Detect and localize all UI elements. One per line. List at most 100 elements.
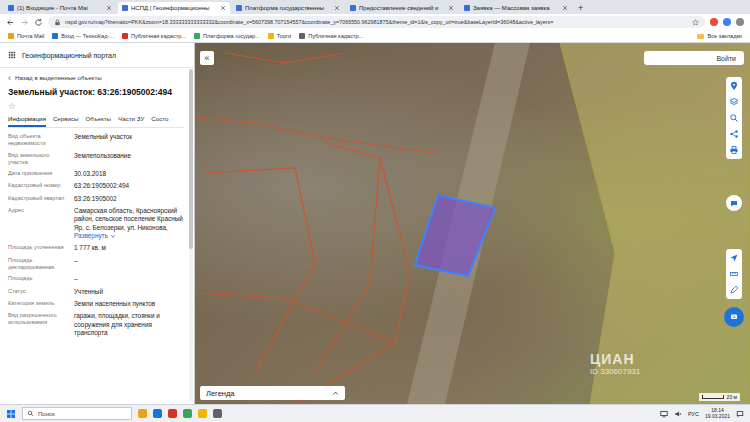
- expand-link[interactable]: Развернуть: [74, 232, 116, 240]
- field-value: 30.03.2018: [74, 170, 184, 178]
- assistant-button[interactable]: [726, 195, 742, 211]
- chat-button[interactable]: [724, 307, 744, 327]
- browser-tab[interactable]: НСПД | Геоинформационны: [118, 2, 230, 14]
- measure-icon[interactable]: [729, 269, 739, 279]
- close-icon[interactable]: [448, 5, 454, 11]
- layers-icon[interactable]: [729, 97, 739, 107]
- favorite-button[interactable]: ☆: [8, 100, 184, 112]
- windows-logo-icon[interactable]: [6, 409, 16, 419]
- field-row: Категория земельЗемли населенных пунктов: [8, 298, 184, 310]
- zone-area[interactable]: [560, 43, 750, 404]
- chevron-down-icon: [110, 233, 116, 239]
- road: [407, 43, 530, 404]
- field-row: Площадь декларированная–: [8, 255, 184, 274]
- field-label: Вид объекта недвижимости: [8, 133, 68, 148]
- close-icon[interactable]: [562, 5, 568, 11]
- back-link[interactable]: ‹Назад в выделенные объекты: [8, 71, 184, 84]
- network-icon[interactable]: [660, 410, 668, 418]
- selected-parcel[interactable]: [415, 195, 495, 276]
- field-row: Кадастровый квартал63:26:1905002: [8, 193, 184, 205]
- draw-icon[interactable]: [729, 285, 739, 295]
- reload-icon[interactable]: [34, 18, 43, 27]
- favicon-icon: [8, 5, 14, 11]
- panel-tab[interactable]: Состо: [151, 112, 168, 127]
- taskbar-app-icon[interactable]: [168, 409, 177, 418]
- field-value: Учтенный: [74, 288, 184, 296]
- close-icon[interactable]: [220, 5, 226, 11]
- bookmark[interactable]: Публичная кадастр...: [299, 33, 363, 39]
- field-row: Вид разрешенного использованиягаражи, пл…: [8, 310, 184, 339]
- navigation-arrow-icon[interactable]: [729, 253, 739, 263]
- new-tab-button[interactable]: +: [574, 2, 587, 14]
- field-label: Площадь: [8, 275, 68, 283]
- field-row: Дата присвоения 30.03.2018: [8, 168, 184, 180]
- taskbar-app-icon[interactable]: [198, 409, 207, 418]
- panel-tabs: Информация Сервисы Объекты Части ЗУ Состо: [8, 112, 184, 128]
- legend-panel[interactable]: Легенда: [200, 386, 345, 400]
- bookmark[interactable]: Публичная кадастр...: [122, 33, 186, 39]
- speaker-icon[interactable]: [674, 410, 682, 418]
- panel-tab[interactable]: Части ЗУ: [118, 112, 144, 127]
- scrollbar[interactable]: [189, 69, 193, 402]
- panel-tab[interactable]: Информация: [8, 112, 46, 127]
- field-value: Самарская область, Красноярский район, с…: [74, 207, 184, 240]
- browser-tab[interactable]: Предоставление сведений и: [346, 2, 458, 14]
- panel-tab[interactable]: Объекты: [86, 112, 112, 127]
- print-icon[interactable]: [729, 145, 739, 155]
- all-bookmarks[interactable]: Все закладки: [697, 33, 742, 39]
- field-label: Кадастровый номер: [8, 182, 68, 190]
- bookmark[interactable]: Вход — ТехноКад-...: [52, 33, 114, 39]
- login-button[interactable]: Войти: [644, 51, 744, 65]
- bookmark-icon: [52, 33, 58, 39]
- bookmark[interactable]: Торги: [268, 33, 291, 39]
- field-row: Площадь–: [8, 273, 184, 285]
- clock[interactable]: 18:1419.03.2021: [705, 408, 730, 420]
- scale-bar: 20 м: [699, 393, 740, 401]
- field-value: Земли населенных пунктов: [74, 300, 184, 308]
- folder-icon: [697, 34, 704, 39]
- bookmark-star-icon[interactable]: [692, 19, 699, 26]
- map-overlay: [195, 43, 750, 404]
- close-icon[interactable]: [106, 5, 112, 11]
- address-bar[interactable]: nspd.gov.ru/map?thematic=PKK&zoom=18.333…: [48, 16, 705, 28]
- search-icon[interactable]: [729, 113, 739, 123]
- taskbar-search[interactable]: Поиск: [22, 407, 132, 420]
- field-value: 63:26:1905002:494: [74, 182, 184, 190]
- bookmark[interactable]: Платформа государ...: [194, 33, 260, 39]
- location-icon[interactable]: [729, 81, 739, 91]
- forward-arrow-icon[interactable]: [20, 18, 29, 27]
- site-info-icon[interactable]: [54, 19, 61, 26]
- close-icon[interactable]: [334, 5, 340, 11]
- bookmarks-bar: Почта Mail Вход — ТехноКад-... Публичная к…: [0, 30, 750, 43]
- taskbar-app-icon[interactable]: [138, 409, 147, 418]
- taskbar-app-icon[interactable]: [183, 409, 192, 418]
- language-indicator[interactable]: РУС: [688, 411, 699, 417]
- collapse-panel-button[interactable]: «: [200, 51, 214, 65]
- object-title: Земельный участок: 63:26:1905002:494: [8, 84, 184, 100]
- field-row: Вид объекта недвижимостиЗемельный участо…: [8, 131, 184, 150]
- browser-tab[interactable]: (1) Входящие - Почта Mai: [4, 2, 116, 14]
- map[interactable]: « Войти ЦИАНID 330607931 Легенда 20 м: [195, 43, 750, 404]
- field-row: АдресСамарская область, Красноярский рай…: [8, 205, 184, 242]
- browser-tab-label: НСПД | Геоинформационны: [131, 5, 217, 11]
- field-label: Площадь декларированная: [8, 257, 68, 272]
- browser-tab[interactable]: Заявка — Массовая заявка: [460, 2, 572, 14]
- taskbar-app-icon[interactable]: [213, 409, 222, 418]
- profile-icon[interactable]: [736, 18, 744, 26]
- browser-tab[interactable]: Платформа государственны: [232, 2, 344, 14]
- back-arrow-icon[interactable]: [6, 18, 15, 27]
- panel-tab[interactable]: Сервисы: [53, 112, 79, 127]
- extension-icon[interactable]: [723, 18, 731, 26]
- bookmark-icon: [299, 33, 305, 39]
- share-icon[interactable]: [729, 129, 739, 139]
- bookmark[interactable]: Почта Mail: [8, 33, 44, 39]
- watermark: ЦИАНID 330607931: [590, 351, 640, 376]
- notifications-icon[interactable]: [736, 410, 744, 418]
- field-value: 63:26:1905002: [74, 195, 184, 203]
- apps-grid-icon[interactable]: [8, 51, 16, 59]
- extension-icon[interactable]: [710, 18, 718, 26]
- screen: (1) Входящие - Почта Mai НСПД | Геоинформ…: [0, 0, 750, 422]
- portal-title: Геоинформационный портал: [22, 52, 116, 59]
- taskbar-app-icon[interactable]: [153, 409, 162, 418]
- field-label: Дата присвоения: [8, 170, 68, 178]
